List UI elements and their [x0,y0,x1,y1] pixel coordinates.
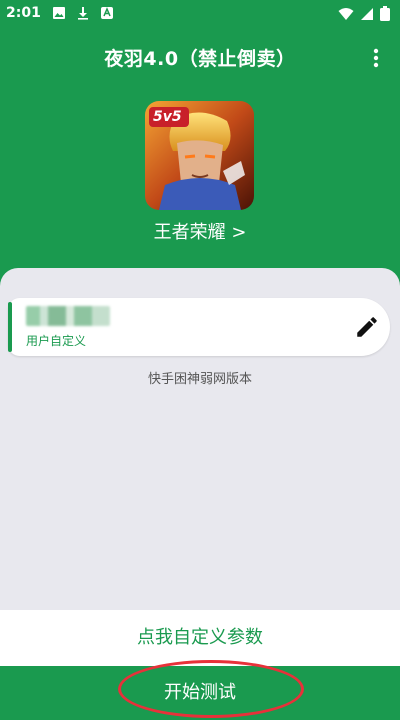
start-test-button[interactable]: 开始测试 [0,666,400,720]
status-bar: 2:01 [0,0,400,28]
game-icon[interactable]: 5v5 [145,101,254,210]
more-vert-icon[interactable] [368,46,384,70]
blurred-value [26,306,110,326]
custom-params-button[interactable]: 点我自定义参数 [0,610,400,666]
app-icon [101,7,113,19]
game-badge: 5v5 [153,109,182,125]
config-card[interactable]: 用户自定义 [8,298,390,356]
edit-pencil-icon[interactable] [354,314,380,340]
download-icon [78,7,88,20]
image-icon [53,7,65,19]
app-bar: 夜羽4.0（禁止倒卖） [0,36,400,80]
battery-icon [380,6,390,21]
card-sublabel: 用户自定义 [26,334,87,348]
page-title: 夜羽4.0（禁止倒卖） [104,48,296,70]
version-text: 快手困神弱网版本 [147,372,252,387]
wifi-icon [338,7,354,20]
signal-icon [361,7,373,20]
game-name-link[interactable]: 王者荣耀 > [0,218,400,244]
status-time: 2:01 [6,5,41,21]
card-accent-bar [8,302,12,352]
